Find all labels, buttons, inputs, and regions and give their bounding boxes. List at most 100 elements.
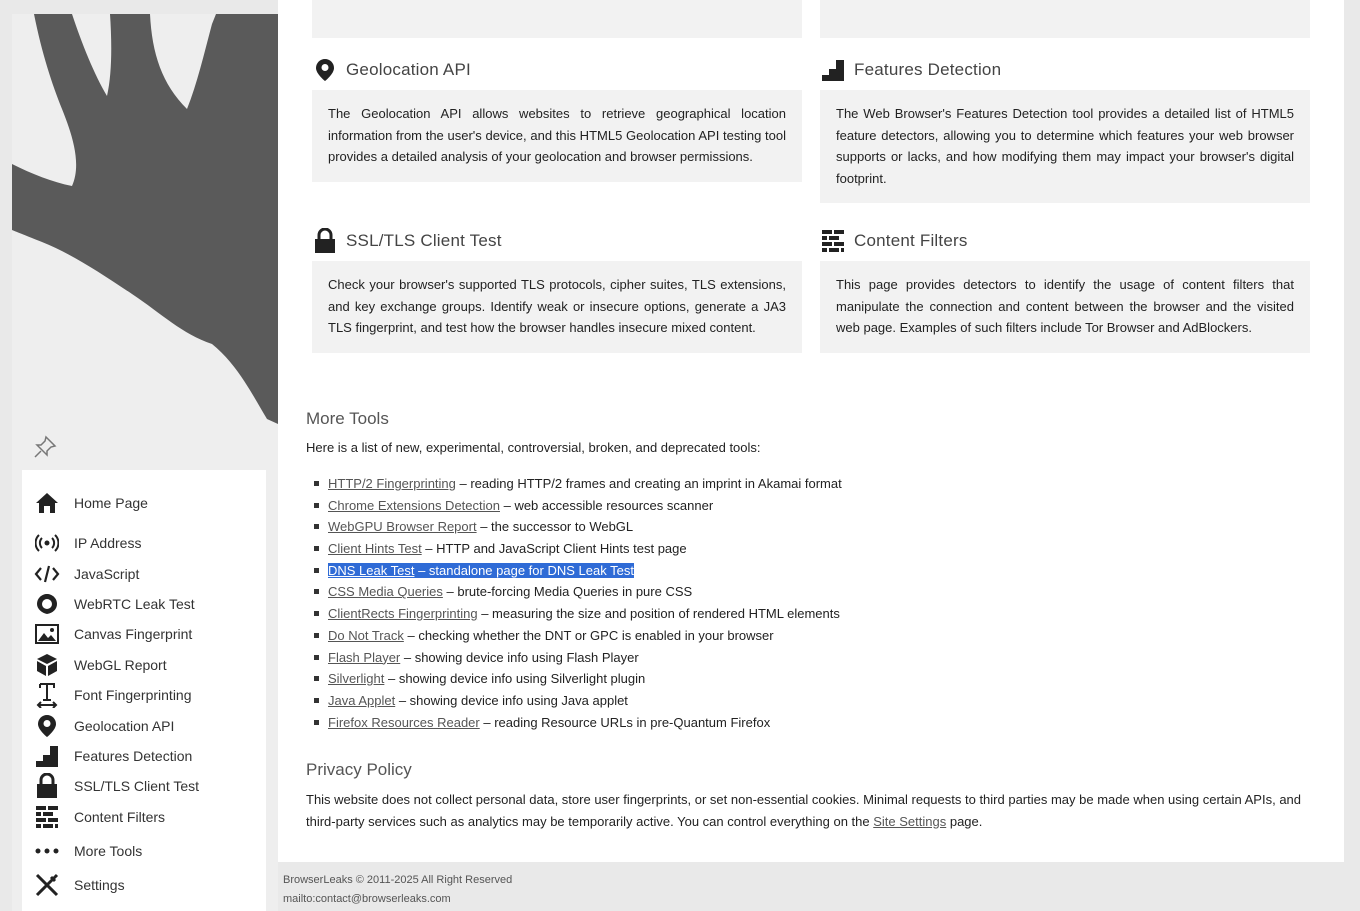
list-item: Firefox Resources Reader – reading Resou… <box>314 712 842 734</box>
card-content-filters: Content Filters This page provides detec… <box>820 221 1310 353</box>
bar-steps-icon <box>820 57 846 83</box>
bullet-icon <box>314 502 319 508</box>
broadcast-icon <box>34 530 60 556</box>
bullet-icon <box>314 611 319 617</box>
tool-link-client-hints-test[interactable]: Client Hints Test <box>328 541 422 556</box>
privacy-policy-heading: Privacy Policy <box>306 760 412 779</box>
sidebar-item-label: Content Filters <box>74 808 166 825</box>
privacy-policy-text: This website does not collect personal d… <box>306 789 1316 833</box>
list-item: Silverlight – showing device info using … <box>314 668 842 690</box>
pin-icon[interactable] <box>32 434 58 460</box>
card-header[interactable]: Features Detection <box>820 50 1310 90</box>
sidebar-item-features-detection[interactable]: Features Detection <box>22 741 266 771</box>
text-selection-highlight: DNS Leak Test – standalone page for DNS … <box>328 562 634 578</box>
sidebar-item-label: JavaScript <box>74 565 140 582</box>
bullet-icon <box>314 589 319 595</box>
list-item: Client Hints Test – HTTP and JavaScript … <box>314 538 842 560</box>
text-cursor-icon <box>34 682 60 709</box>
card-title: Geolocation API <box>346 60 471 79</box>
sidebar-item-webrtc-leak-test[interactable]: WebRTC Leak Test <box>22 589 266 619</box>
sidebar-item-font-fingerprinting[interactable]: Font Fingerprinting <box>22 680 266 710</box>
tool-description: – showing device info using Flash Player <box>400 649 639 665</box>
list-item: ClientRects Fingerprinting – measuring t… <box>314 603 842 625</box>
sidebar-menu: Home Page IP Address JavaScript WebRTC L… <box>22 470 266 911</box>
image-icon <box>34 621 60 647</box>
brick-wall-icon <box>820 228 846 254</box>
more-tools-intro: Here is a list of new, experimental, con… <box>306 440 761 455</box>
sidebar-item-settings[interactable]: Settings <box>22 870 266 900</box>
card-header[interactable]: Geolocation API <box>312 50 802 90</box>
tool-description: – checking whether the DNT or GPC is ena… <box>403 627 774 643</box>
card-description: The Geolocation API allows websites to r… <box>312 90 802 182</box>
card-title: Content Filters <box>854 231 968 250</box>
tool-description: – HTTP and JavaScript Client Hints test … <box>421 541 687 557</box>
sidebar-item-content-filters[interactable]: Content Filters <box>22 802 266 832</box>
more-tools-heading: More Tools <box>306 409 389 428</box>
sidebar-item-ssl-tls-client-test[interactable]: SSL/TLS Client Test <box>22 771 266 801</box>
sidebar-item-webgl-report[interactable]: WebGL Report <box>22 650 266 680</box>
card-features-detection: Features Detection The Web Browser's Fea… <box>820 50 1310 204</box>
bar-steps-icon <box>34 743 60 769</box>
sidebar-item-label: Home Page <box>74 495 148 511</box>
card-header[interactable]: Content Filters <box>820 221 1310 261</box>
site-settings-link[interactable]: Site Settings <box>873 814 946 829</box>
privacy-text-after: page. <box>946 814 983 829</box>
tool-link-http2-fingerprinting[interactable]: HTTP/2 Fingerprinting <box>328 476 456 491</box>
bullet-icon <box>314 654 319 660</box>
bullet-icon <box>314 719 319 725</box>
footer-contact-link[interactable]: mailto:contact@browserleaks.com <box>283 890 512 909</box>
sidebar-item-label: IP Address <box>74 535 142 552</box>
list-item: Flash Player – showing device info using… <box>314 647 842 669</box>
tool-description: – reading HTTP/2 frames and creating an … <box>455 476 842 491</box>
tool-link-java-applet[interactable]: Java Applet <box>328 693 395 708</box>
privacy-text-before: This website does not collect personal d… <box>306 792 1302 829</box>
tool-link-clientrects-fingerprinting[interactable]: ClientRects Fingerprinting <box>328 606 478 621</box>
sidebar-item-more-tools[interactable]: More Tools <box>22 836 266 866</box>
card-title: Features Detection <box>854 60 1002 79</box>
tool-link-silverlight[interactable]: Silverlight <box>328 671 384 686</box>
list-item: Chrome Extensions Detection – web access… <box>314 495 842 517</box>
sidebar-item-label: Geolocation API <box>74 717 175 734</box>
sidebar: Home Page IP Address JavaScript WebRTC L… <box>12 14 278 911</box>
bullet-icon <box>314 676 319 682</box>
footer: BrowserLeaks © 2011-2025 All Right Reser… <box>283 871 512 909</box>
bullet-icon <box>314 481 319 486</box>
sidebar-item-geolocation-api[interactable]: Geolocation API <box>22 710 266 740</box>
card-header[interactable]: SSL/TLS Client Test <box>312 221 802 261</box>
map-pin-icon <box>34 713 60 739</box>
lock-icon <box>34 773 60 799</box>
tool-link-flash-player[interactable]: Flash Player <box>328 650 400 665</box>
sidebar-item-ip-address[interactable]: IP Address <box>22 528 266 558</box>
bullet-icon <box>314 546 319 552</box>
bullet-icon <box>314 524 319 530</box>
list-item-selected: DNS Leak Test – standalone page for DNS … <box>314 560 842 582</box>
tool-description: – web accessible resources scanner <box>499 497 714 513</box>
bullet-icon <box>314 567 319 573</box>
footer-copyright: BrowserLeaks © 2011-2025 All Right Reser… <box>283 874 513 886</box>
card-bottom-partial <box>820 0 1310 38</box>
dots-icon <box>34 838 60 864</box>
sidebar-item-home-page[interactable]: Home Page <box>22 482 266 524</box>
lock-icon <box>312 228 338 254</box>
tool-link-chrome-extensions-detection[interactable]: Chrome Extensions Detection <box>328 498 500 513</box>
webrtc-icon <box>34 591 60 617</box>
sidebar-item-canvas-fingerprint[interactable]: Canvas Fingerprint <box>22 619 266 649</box>
tool-link-dns-leak-test[interactable]: DNS Leak Test <box>328 563 414 578</box>
card-description: This page provides detectors to identify… <box>820 261 1310 353</box>
tool-link-css-media-queries[interactable]: CSS Media Queries <box>328 584 443 599</box>
list-item: CSS Media Queries – brute-forcing Media … <box>314 581 842 603</box>
tool-link-do-not-track[interactable]: Do Not Track <box>328 628 404 643</box>
brick-wall-icon <box>34 804 60 830</box>
tool-link-webgpu-browser-report[interactable]: WebGPU Browser Report <box>328 519 477 534</box>
tool-description: – the successor to WebGL <box>476 519 634 535</box>
sidebar-item-label: Canvas Fingerprint <box>74 626 193 643</box>
card-bottom-partial <box>312 0 802 38</box>
list-item: WebGPU Browser Report – the successor to… <box>314 516 842 538</box>
tool-description: – standalone page for DNS Leak Test <box>414 562 634 578</box>
tools-icon <box>34 872 60 898</box>
bullet-icon <box>314 632 319 638</box>
hand-logo-image <box>12 14 278 424</box>
sidebar-item-javascript[interactable]: JavaScript <box>22 558 266 588</box>
tool-link-firefox-resources-reader[interactable]: Firefox Resources Reader <box>328 715 480 730</box>
tool-description: – showing device info using Java applet <box>395 692 628 708</box>
